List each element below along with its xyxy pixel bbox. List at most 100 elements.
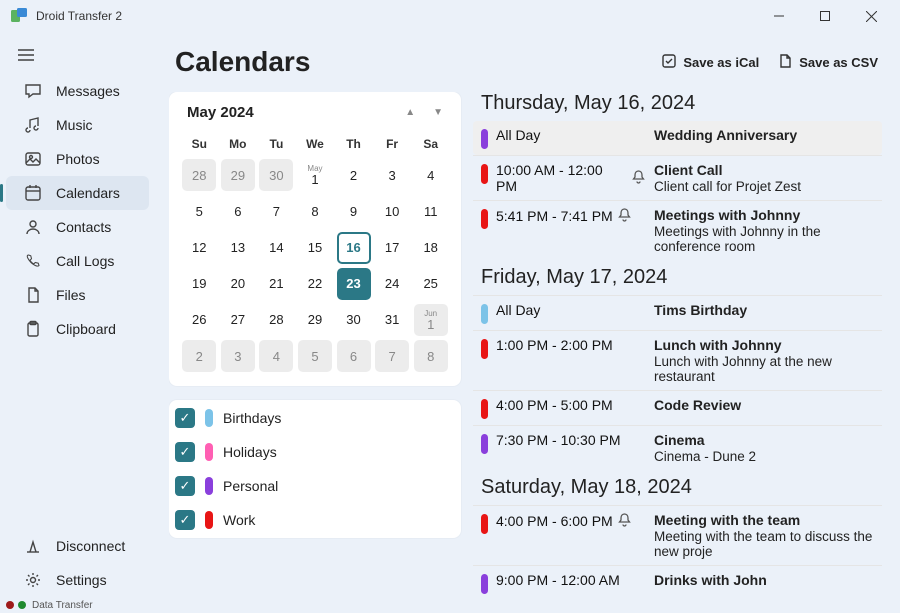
- event-row[interactable]: 4:00 PM - 6:00 PM Meeting with the teamM…: [473, 505, 882, 565]
- event-time: 4:00 PM - 5:00 PM: [496, 397, 646, 413]
- event-description: Lunch with Johnny at the new restaurant: [654, 354, 878, 384]
- menu-toggle-button[interactable]: [0, 40, 155, 74]
- sidebar-item-files[interactable]: Files: [6, 278, 149, 312]
- dow-label: We: [297, 133, 334, 155]
- sidebar-item-settings[interactable]: Settings: [6, 563, 149, 597]
- day-cell[interactable]: 28: [259, 304, 293, 336]
- sidebar-item-contacts[interactable]: Contacts: [6, 210, 149, 244]
- day-cell[interactable]: 12: [182, 232, 216, 264]
- day-cell[interactable]: 7: [259, 196, 293, 228]
- event-row[interactable]: 4:00 PM - 5:00 PM Code Review: [473, 390, 882, 425]
- day-cell[interactable]: 4: [414, 159, 448, 191]
- sidebar-item-photos[interactable]: Photos: [6, 142, 149, 176]
- sidebar-item-music[interactable]: Music: [6, 108, 149, 142]
- day-cell[interactable]: 13: [221, 232, 255, 264]
- day-cell[interactable]: 10: [375, 196, 409, 228]
- day-cell[interactable]: 30: [337, 304, 371, 336]
- status-label: Data Transfer: [32, 600, 93, 611]
- event-time: 9:00 PM - 12:00 AM: [496, 572, 646, 588]
- save-csv-icon: [777, 53, 793, 72]
- day-cell[interactable]: 7: [375, 340, 409, 372]
- day-cell[interactable]: 15: [298, 232, 332, 264]
- day-cell[interactable]: 24: [375, 268, 409, 300]
- legend-row[interactable]: ✓ Work: [175, 510, 455, 530]
- event-row[interactable]: 9:00 PM - 12:00 AM Drinks with John: [473, 565, 882, 597]
- event-color-pill: [481, 434, 488, 454]
- sidebar-item-call-logs[interactable]: Call Logs: [6, 244, 149, 278]
- checkbox-icon[interactable]: ✓: [175, 510, 195, 530]
- day-cell[interactable]: 11: [414, 196, 448, 228]
- day-cell[interactable]: 5: [182, 196, 216, 228]
- day-cell[interactable]: 9: [337, 196, 371, 228]
- day-cell[interactable]: 3: [375, 159, 409, 191]
- day-cell[interactable]: 20: [221, 268, 255, 300]
- legend-row[interactable]: ✓ Personal: [175, 476, 455, 496]
- bell-icon: [617, 512, 632, 530]
- gear-icon: [24, 571, 42, 589]
- minimize-button[interactable]: [756, 0, 802, 32]
- close-button[interactable]: [848, 0, 894, 32]
- save-as-csv-button[interactable]: Save as CSV: [777, 53, 878, 72]
- legend-row[interactable]: ✓ Holidays: [175, 442, 455, 462]
- phone-icon: [24, 252, 42, 270]
- day-cell[interactable]: 30: [259, 159, 293, 191]
- day-cell[interactable]: 8: [298, 196, 332, 228]
- day-cell[interactable]: 22: [298, 268, 332, 300]
- legend-label: Work: [223, 512, 255, 528]
- dow-label: Tu: [258, 133, 295, 155]
- day-cell[interactable]: 5: [298, 340, 332, 372]
- day-cell[interactable]: 25: [414, 268, 448, 300]
- sidebar-item-clipboard[interactable]: Clipboard: [6, 312, 149, 346]
- day-cell[interactable]: 6: [221, 196, 255, 228]
- sidebar-item-disconnect[interactable]: Disconnect: [6, 529, 149, 563]
- day-cell[interactable]: 2: [337, 159, 371, 191]
- day-cell[interactable]: 2: [182, 340, 216, 372]
- day-cell[interactable]: 29: [221, 159, 255, 191]
- sidebar-item-calendars[interactable]: Calendars: [6, 176, 149, 210]
- event-row[interactable]: All Day Tims Birthday: [473, 295, 882, 330]
- event-row[interactable]: 5:41 PM - 7:41 PM Meetings with JohnnyMe…: [473, 200, 882, 260]
- day-cell[interactable]: 19: [182, 268, 216, 300]
- day-cell[interactable]: 8: [414, 340, 448, 372]
- day-cell[interactable]: 27: [221, 304, 255, 336]
- event-row[interactable]: 1:00 PM - 2:00 PM Lunch with JohnnyLunch…: [473, 330, 882, 390]
- maximize-button[interactable]: [802, 0, 848, 32]
- status-bar: Data Transfer: [0, 597, 900, 613]
- day-cell[interactable]: 18: [414, 232, 448, 264]
- event-row[interactable]: 7:30 PM - 10:30 PM CinemaCinema - Dune 2: [473, 425, 882, 470]
- checkbox-icon[interactable]: ✓: [175, 408, 195, 428]
- day-cell[interactable]: 6: [337, 340, 371, 372]
- color-pill: [205, 409, 213, 427]
- event-time: All Day: [496, 302, 646, 318]
- day-cell[interactable]: Jun1: [414, 304, 448, 336]
- sidebar-item-label: Contacts: [56, 219, 111, 235]
- file-icon: [24, 286, 42, 304]
- day-cell[interactable]: 21: [259, 268, 293, 300]
- event-description: Meeting with the team to discuss the new…: [654, 529, 878, 559]
- day-cell[interactable]: May1: [298, 160, 332, 192]
- day-cell-today[interactable]: 16: [337, 232, 371, 264]
- window-title: Droid Transfer 2: [36, 9, 122, 23]
- day-cell[interactable]: 29: [298, 304, 332, 336]
- day-cell[interactable]: 14: [259, 232, 293, 264]
- day-cell[interactable]: 26: [182, 304, 216, 336]
- save-as-ical-button[interactable]: Save as iCal: [661, 53, 759, 72]
- main-panel: Calendars Save as iCal Save as CSV May 2…: [155, 32, 900, 597]
- legend-row[interactable]: ✓ Birthdays: [175, 408, 455, 428]
- event-time: 1:00 PM - 2:00 PM: [496, 337, 646, 353]
- day-cell[interactable]: 31: [375, 304, 409, 336]
- day-cell[interactable]: 3: [221, 340, 255, 372]
- sidebar-item-messages[interactable]: Messages: [6, 74, 149, 108]
- checkbox-icon[interactable]: ✓: [175, 476, 195, 496]
- checkbox-icon[interactable]: ✓: [175, 442, 195, 462]
- day-cell[interactable]: 28: [182, 159, 216, 191]
- app-logo-icon: [10, 7, 28, 25]
- day-cell-selected[interactable]: 23: [337, 268, 371, 300]
- day-cell[interactable]: 4: [259, 340, 293, 372]
- day-cell[interactable]: 17: [375, 232, 409, 264]
- calendar-next-button[interactable]: ▼: [433, 107, 443, 118]
- event-row[interactable]: All Day Wedding Anniversary: [473, 121, 882, 155]
- event-row[interactable]: 10:00 AM - 12:00 PM Client CallClient ca…: [473, 155, 882, 200]
- contacts-icon: [24, 218, 42, 236]
- calendar-prev-button[interactable]: ▲: [405, 107, 415, 118]
